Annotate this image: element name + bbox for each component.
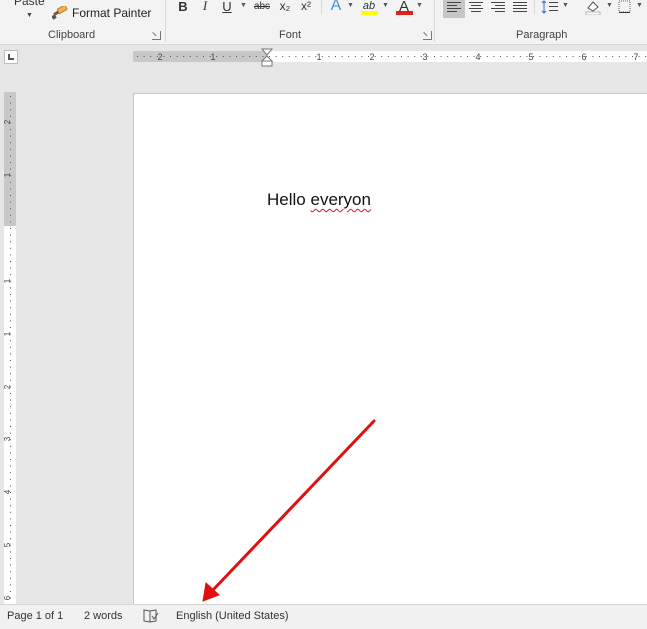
ribbon-separator (165, 0, 166, 42)
proofing-icon[interactable] (143, 609, 159, 623)
vruler-label: 6 (4, 595, 12, 600)
text-effects-dropdown-icon[interactable]: ▼ (347, 2, 354, 9)
status-bar: Page 1 of 1 2 words English (United Stat… (0, 604, 647, 629)
vruler-label: 4 (4, 489, 12, 494)
hruler-label: 2 (369, 52, 374, 62)
vruler-label: 1 (4, 331, 12, 336)
line-spacing-dropdown-icon[interactable]: ▼ (562, 2, 569, 9)
hruler-label: 5 (528, 52, 533, 62)
tab-selector-icon[interactable] (4, 50, 18, 64)
format-painter-button[interactable]: Format Painter (52, 4, 151, 22)
vruler-label: 1 (4, 278, 12, 283)
ribbon-separator (434, 0, 435, 42)
vruler-label: 1 (4, 172, 12, 177)
highlight-dropdown-icon[interactable]: ▼ (382, 2, 389, 9)
font-group-label: Font (279, 29, 302, 41)
vruler-label: 3 (4, 436, 12, 441)
hruler-label: 2 (157, 52, 162, 62)
paragraph-group-label: Paragraph (516, 29, 568, 41)
borders-dropdown-icon[interactable]: ▼ (636, 2, 643, 9)
vruler-label: 5 (4, 542, 12, 547)
horizontal-ruler-scale: 2 1 1 2 3 4 5 6 7 (133, 48, 647, 67)
document-word: Hello (267, 190, 306, 209)
language-status[interactable]: English (United States) (176, 610, 289, 622)
bold-button[interactable]: B (176, 0, 190, 15)
hruler-label: 6 (581, 52, 586, 62)
misspelled-word[interactable]: everyon (310, 190, 370, 209)
ribbon-separator (534, 0, 535, 14)
vertical-ruler-scale: 2 1 1 1 2 3 4 5 6 (4, 96, 12, 600)
strikethrough-button[interactable]: abc (252, 0, 272, 15)
font-color-swatch (396, 11, 413, 15)
vruler-label: 2 (4, 384, 12, 389)
document-page[interactable]: Hello everyon (133, 93, 647, 605)
superscript-button[interactable]: x² (298, 0, 314, 15)
format-painter-label: Format Painter (72, 6, 152, 20)
font-dialog-launcher-icon[interactable] (423, 31, 432, 40)
italic-button[interactable]: I (198, 0, 212, 15)
align-left-icon (447, 2, 461, 12)
ribbon: Paste ▼ Format Painter Clipboard B I U ▼… (0, 0, 647, 45)
subscript-button[interactable]: x₂ (277, 0, 293, 15)
hruler-label: 1 (210, 52, 215, 62)
hruler-label: 7 (633, 52, 638, 62)
clipboard-dialog-launcher-icon[interactable] (152, 31, 161, 40)
text-effects-button[interactable]: A (328, 0, 344, 15)
page-count-status[interactable]: Page 1 of 1 (7, 610, 63, 622)
word-count-status[interactable]: 2 words (84, 610, 123, 622)
font-color-dropdown-icon[interactable]: ▼ (416, 2, 423, 9)
align-center-icon[interactable] (467, 0, 485, 14)
document-paragraph[interactable]: Hello everyon (267, 190, 371, 210)
shading-dropdown-icon[interactable]: ▼ (606, 2, 613, 9)
paintbrush-icon (52, 6, 68, 20)
hruler-label: 1 (316, 52, 321, 62)
horizontal-ruler[interactable]: 2 1 1 2 3 4 5 6 7 (0, 46, 647, 68)
clipboard-group-label: Clipboard (48, 29, 96, 41)
paste-button[interactable]: Paste (14, 0, 45, 8)
hruler-label: 3 (422, 52, 427, 62)
paste-dropdown-arrow-icon[interactable]: ▼ (26, 12, 33, 19)
align-left-button[interactable] (443, 0, 465, 18)
highlight-color-swatch (361, 11, 378, 15)
borders-icon[interactable] (618, 0, 632, 14)
line-spacing-icon[interactable] (541, 0, 559, 14)
hruler-label: 4 (475, 52, 480, 62)
underline-button[interactable]: U (220, 0, 234, 15)
align-right-icon[interactable] (489, 0, 507, 14)
underline-dropdown-icon[interactable]: ▼ (240, 2, 247, 9)
justify-icon[interactable] (511, 0, 529, 14)
vruler-label: 2 (4, 119, 12, 124)
shading-icon[interactable] (584, 0, 602, 15)
ribbon-separator (321, 0, 322, 14)
